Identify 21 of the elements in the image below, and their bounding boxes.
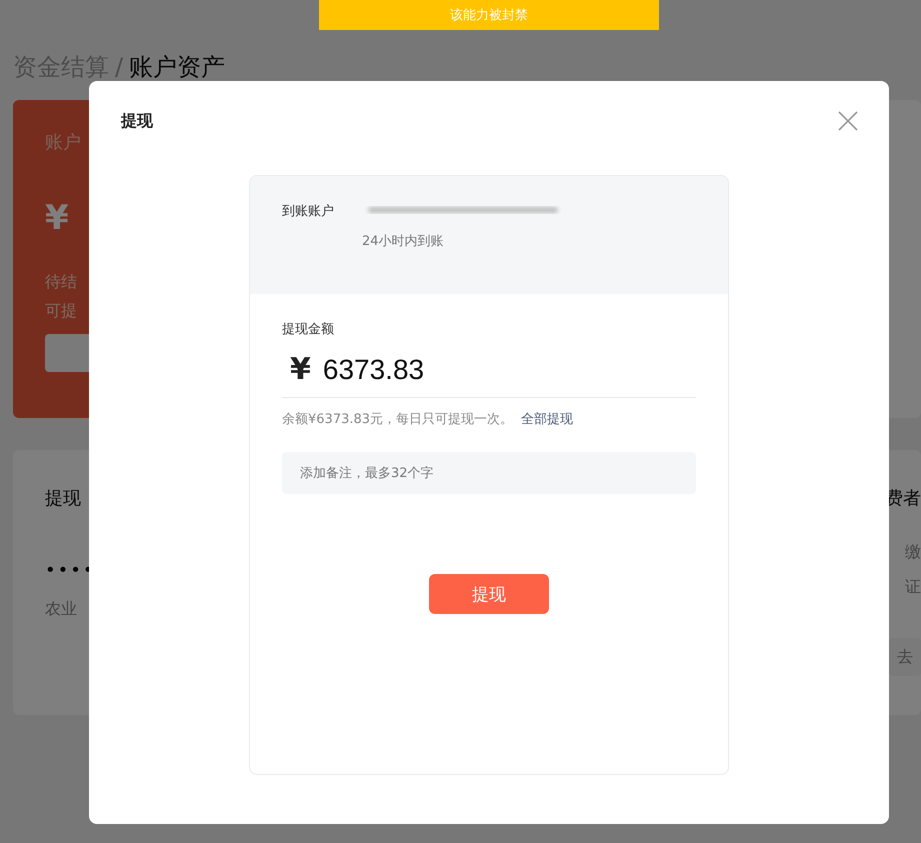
card-title: 账户 [45,131,81,154]
account-label: 到账账户 [282,203,335,220]
amount-label: 提现金额 [282,321,335,338]
withdraw-all-link[interactable]: 全部提现 [521,410,574,428]
deposit-line: 证 [905,577,921,598]
balance-note: 余额¥6373.83元，每日只可提现一次。 [282,411,514,428]
withdraw-button[interactable]: 提现 [429,574,549,614]
bank-name: 农业 [45,599,77,620]
balance-line: 待结 [45,272,77,293]
balance-line: 可提 [45,301,77,322]
breadcrumb-separator: / [115,52,124,83]
arrival-time: 24小时内到账 [362,233,445,250]
breadcrumb-current: 账户资产 [129,52,226,83]
remark-field[interactable]: 添加备注，最多32个字 [282,452,696,494]
card-title: 提现 [45,487,81,510]
warning-banner: 该能力被封禁 [319,0,659,30]
close-icon[interactable] [838,111,858,131]
deposit-line: 缴 [905,542,921,563]
amount-field[interactable]: ¥ 6373.83 [282,352,696,398]
dialog-title: 提现 [121,111,153,132]
balance-amount: ¥ [45,198,69,238]
